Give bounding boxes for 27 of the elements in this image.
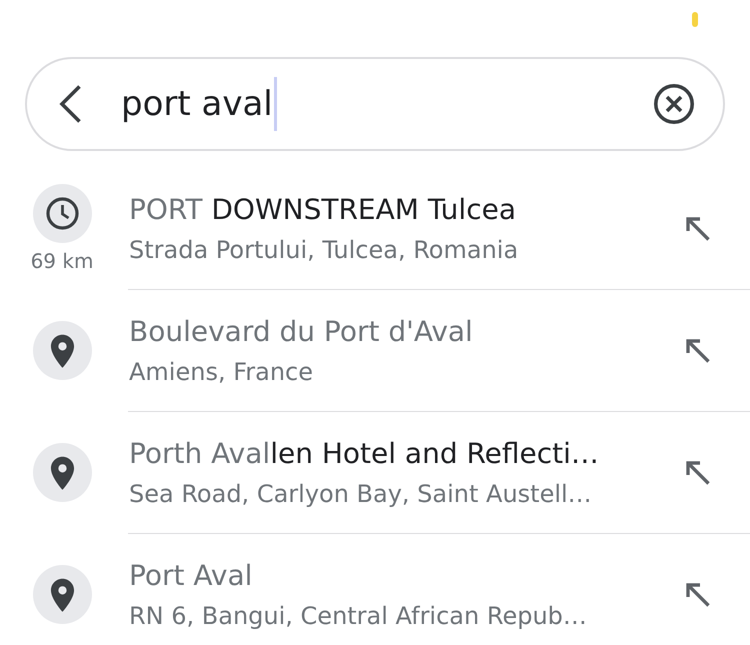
back-button[interactable] — [58, 85, 82, 123]
clear-icon — [654, 84, 694, 124]
place-title[interactable]: PORT DOWNSTREAM Tulcea — [129, 190, 670, 228]
arrow-up-left-icon — [686, 582, 710, 606]
location-pin-icon — [32, 443, 92, 502]
fill-query-button[interactable] — [686, 582, 710, 606]
search-query-text: port aval — [121, 83, 273, 126]
fill-query-button[interactable] — [686, 216, 710, 240]
place-title[interactable]: Port Aval — [129, 556, 670, 594]
place-address: Sea Road, Carlyon Bay, Saint Austell… — [129, 478, 593, 510]
arrow-up-left-icon — [686, 216, 710, 240]
place-title[interactable]: Porth Avallen Hotel and Reflecti… — [129, 434, 670, 472]
location-pin-icon — [32, 321, 92, 380]
location-pin-icon — [32, 565, 92, 624]
place-address: RN 6, Bangui, Central African Repub… — [129, 600, 588, 632]
place-address: Amiens, France — [129, 356, 314, 388]
clock-icon — [32, 184, 92, 242]
place-address: Strada Portului, Tulcea, Romania — [129, 234, 520, 266]
place-title[interactable]: Boulevard du Port d'Aval — [129, 312, 670, 350]
search-field[interactable]: port aval — [25, 57, 725, 151]
back-chevron-icon — [58, 85, 82, 123]
clear-button[interactable] — [654, 84, 694, 124]
fill-query-button[interactable] — [686, 460, 710, 484]
fill-query-button[interactable] — [686, 338, 710, 362]
arrow-up-left-icon — [686, 460, 710, 484]
distance-text: 69 km — [30, 248, 94, 274]
arrow-up-left-icon — [686, 338, 710, 362]
